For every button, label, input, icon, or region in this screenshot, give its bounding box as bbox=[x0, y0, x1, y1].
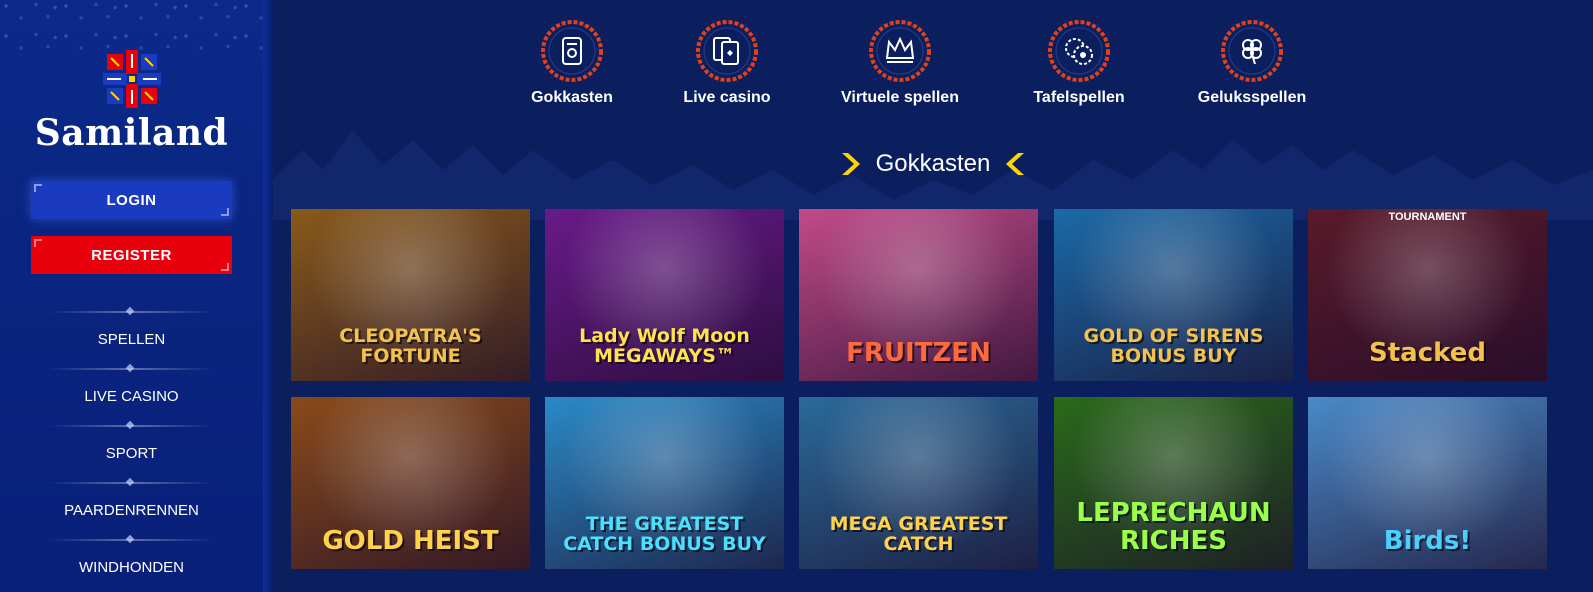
game-tile[interactable]: Lady Wolf Moon MEGAWAYS™ bbox=[545, 209, 784, 381]
game-tile[interactable]: MEGA GREATEST CATCH bbox=[799, 397, 1038, 569]
game-tile[interactable]: CLEOPATRA'S FORTUNE bbox=[291, 209, 530, 381]
category-label: Live casino bbox=[683, 89, 771, 106]
game-tile-title: GOLD OF SIRENS BONUS BUY bbox=[1083, 325, 1264, 368]
section-title: Gokkasten bbox=[273, 150, 1593, 178]
game-tile-title: Stacked bbox=[1369, 337, 1486, 368]
game-tile-title: MEGA GREATEST CATCH bbox=[829, 513, 1008, 556]
game-tile[interactable]: Birds! bbox=[1308, 397, 1547, 569]
category-geluksspellen[interactable]: Geluksspellen bbox=[1177, 20, 1327, 107]
corner-decoration bbox=[34, 184, 42, 192]
chevron-right-icon bbox=[841, 153, 860, 175]
roulette-chip-icon bbox=[1048, 20, 1110, 82]
category-virtuele-spellen[interactable]: Virtuele spellen bbox=[825, 20, 975, 107]
logo[interactable]: Samiland bbox=[0, 48, 263, 154]
main-content: Gokkasten Live casino Virtuele spellen T… bbox=[273, 0, 1593, 592]
nav-divider bbox=[48, 539, 214, 541]
game-tile-title: LEPRECHAUN RICHES bbox=[1076, 498, 1271, 556]
sidebar-edge bbox=[263, 0, 273, 592]
nav-item-label: LIVE CASINO bbox=[84, 388, 179, 405]
nav-item-spellen[interactable]: SPELLEN bbox=[0, 306, 263, 363]
nav-item-sport[interactable]: SPORT bbox=[0, 420, 263, 477]
sidebar: Samiland LOGIN REGISTER SPELLEN LIVE CAS… bbox=[0, 0, 263, 592]
game-tile-title: Lady Wolf Moon MEGAWAYS™ bbox=[579, 325, 750, 368]
game-tile-title: GOLD HEIST bbox=[322, 525, 499, 556]
category-label: Tafelspellen bbox=[1033, 89, 1125, 106]
playing-cards-icon bbox=[696, 20, 758, 82]
corner-decoration bbox=[34, 239, 42, 247]
nav-divider bbox=[48, 482, 214, 484]
logo-emblem-icon bbox=[102, 50, 161, 108]
category-label: Gokkasten bbox=[531, 89, 613, 106]
game-tile[interactable]: LEPRECHAUN RICHES bbox=[1054, 397, 1293, 569]
corner-decoration bbox=[221, 208, 229, 216]
category-live-casino[interactable]: Live casino bbox=[652, 20, 802, 107]
category-bar: Gokkasten Live casino Virtuele spellen T… bbox=[273, 20, 1593, 120]
category-tafelspellen[interactable]: Tafelspellen bbox=[1004, 20, 1154, 107]
nav-item-label: PAARDENRENNEN bbox=[64, 502, 199, 519]
nav-item-label: SPELLEN bbox=[97, 331, 166, 348]
four-leaf-clover-icon bbox=[1221, 20, 1283, 82]
nav-item-windhonden[interactable]: WINDHONDEN bbox=[0, 534, 263, 591]
crown-icon bbox=[869, 20, 931, 82]
game-tile-title: FRUITZEN bbox=[846, 337, 991, 368]
register-label: REGISTER bbox=[91, 246, 172, 264]
game-tile-badge: TOURNAMENT bbox=[1388, 211, 1467, 223]
nav-item-label: WINDHONDEN bbox=[79, 559, 184, 576]
login-label: LOGIN bbox=[106, 191, 157, 209]
sidebar-nav: SPELLEN LIVE CASINO SPORT PAARDENRENNEN … bbox=[0, 306, 263, 591]
game-tile-title: Birds! bbox=[1383, 525, 1472, 556]
nav-divider bbox=[48, 425, 214, 427]
nav-divider bbox=[48, 368, 214, 370]
login-button[interactable]: LOGIN bbox=[31, 181, 232, 219]
game-tile[interactable]: THE GREATEST CATCH BONUS BUY bbox=[545, 397, 784, 569]
game-tile[interactable]: TOURNAMENT Stacked bbox=[1308, 209, 1547, 381]
nav-divider bbox=[48, 311, 214, 313]
nav-item-label: SPORT bbox=[105, 445, 158, 462]
chevron-left-icon bbox=[1006, 153, 1025, 175]
game-tile[interactable]: FRUITZEN bbox=[799, 209, 1038, 381]
section-title-text: Gokkasten bbox=[875, 150, 991, 177]
nav-item-live-casino[interactable]: LIVE CASINO bbox=[0, 363, 263, 420]
register-button[interactable]: REGISTER bbox=[31, 236, 232, 274]
corner-decoration bbox=[221, 263, 229, 271]
game-tile[interactable]: GOLD OF SIRENS BONUS BUY bbox=[1054, 209, 1293, 381]
game-tile-title: THE GREATEST CATCH BONUS BUY bbox=[563, 513, 766, 556]
category-gokkasten[interactable]: Gokkasten bbox=[497, 20, 647, 107]
game-tile-title: CLEOPATRA'S FORTUNE bbox=[339, 325, 482, 368]
category-label: Geluksspellen bbox=[1197, 89, 1307, 106]
logo-text: Samiland bbox=[34, 112, 229, 154]
slot-machine-icon bbox=[541, 20, 603, 82]
game-tile[interactable]: GOLD HEIST bbox=[291, 397, 530, 569]
category-label: Virtuele spellen bbox=[841, 89, 959, 106]
nav-item-paardenrennen[interactable]: PAARDENRENNEN bbox=[0, 477, 263, 534]
